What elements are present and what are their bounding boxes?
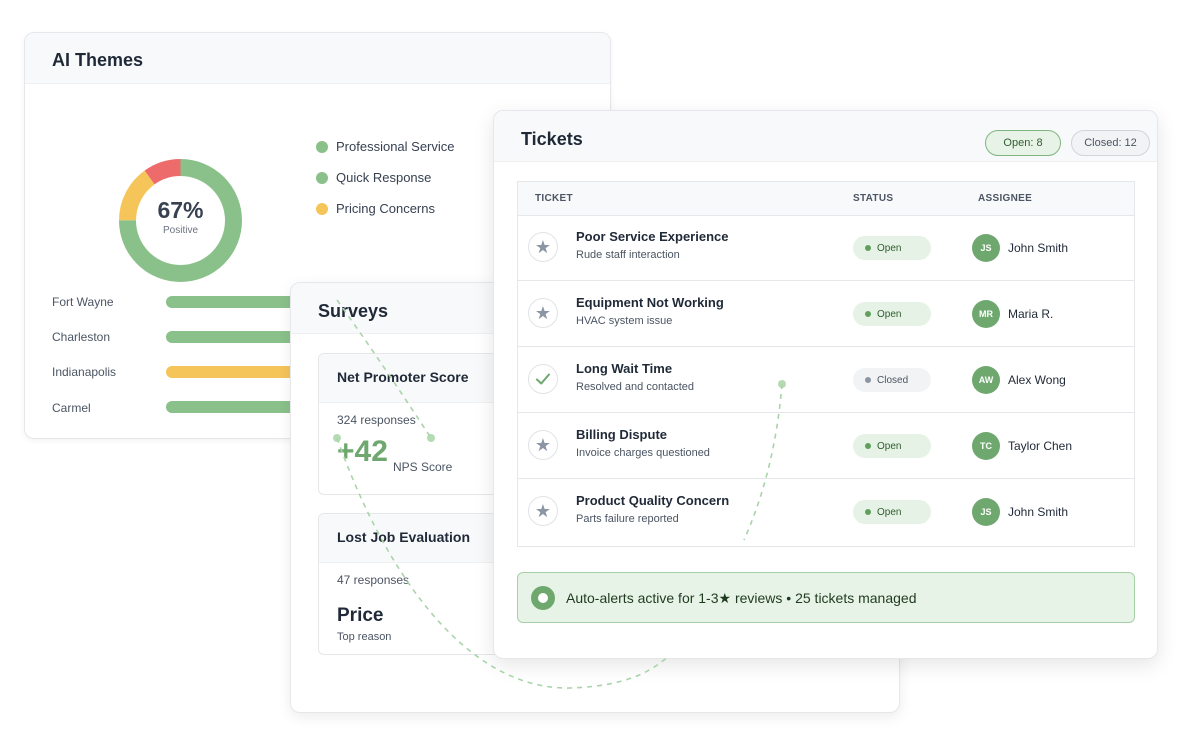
status-badge: Open	[853, 302, 931, 326]
star-icon[interactable]: ★	[528, 298, 558, 328]
alert-text: Auto-alerts active for 1-3★ reviews • 25…	[566, 590, 917, 606]
donut-percent: 67%	[157, 197, 204, 223]
legend-dot	[316, 202, 328, 215]
ticket-title: Equipment Not Working	[576, 295, 724, 310]
legend-item-pricing-concerns: Pricing Concerns	[316, 201, 435, 216]
column-header-ticket: TICKET	[535, 193, 573, 204]
city-label-charleston: Charleston	[52, 330, 111, 344]
assignee-name: Taylor Chen	[1008, 439, 1073, 453]
status-dot	[865, 311, 871, 317]
avatar: TC	[972, 432, 1000, 460]
star-icon[interactable]: ★	[528, 496, 558, 526]
avatar: JS	[972, 498, 1000, 526]
avatar: JS	[972, 234, 1000, 262]
legend-label: Professional Service	[336, 139, 455, 154]
nps-title: Net Promoter Score	[337, 369, 469, 385]
alert-radio-icon[interactable]	[531, 586, 555, 610]
lost-job-reason-label: Top reason	[337, 631, 392, 643]
ticket-title: Billing Dispute	[576, 427, 667, 442]
table-row[interactable]: ★ Product Quality Concern Parts failure …	[518, 479, 1134, 545]
check-icon[interactable]	[528, 364, 558, 394]
auto-alert-banner: Auto-alerts active for 1-3★ reviews • 25…	[517, 572, 1135, 623]
city-bar-charleston	[166, 331, 306, 343]
table-row[interactable]: ★ Equipment Not Working HVAC system issu…	[518, 281, 1134, 347]
nps-responses: 324 responses	[337, 413, 416, 427]
ticket-title: Long Wait Time	[576, 361, 673, 376]
avatar: MR	[972, 300, 1000, 328]
avatar: AW	[972, 366, 1000, 394]
status-dot	[865, 509, 871, 515]
status-badge: Open	[853, 236, 931, 260]
status-badge: Closed	[853, 368, 931, 392]
tickets-card: Tickets Open: 8 Closed: 12 TICKET STATUS…	[493, 110, 1158, 659]
tickets-header: Tickets Open: 8 Closed: 12	[494, 111, 1157, 162]
ticket-subtitle: HVAC system issue	[576, 315, 673, 327]
open-count-pill[interactable]: Open: 8	[985, 130, 1061, 156]
city-label-carmel: Carmel	[52, 401, 91, 415]
legend-label: Quick Response	[336, 170, 432, 185]
donut-caption: Positive	[162, 225, 198, 236]
legend-item-professional-service: Professional Service	[316, 139, 455, 154]
ai-themes-header: AI Themes	[25, 33, 610, 84]
legend-label: Pricing Concerns	[336, 201, 435, 216]
nps-score-label: NPS Score	[393, 460, 453, 474]
city-bar-indianapolis	[166, 366, 306, 378]
lost-job-responses: 47 responses	[337, 573, 410, 587]
assignee-name: John Smith	[1008, 505, 1069, 519]
city-label-fort-wayne: Fort Wayne	[52, 295, 114, 309]
ticket-subtitle: Parts failure reported	[576, 513, 679, 525]
table-row[interactable]: ★ Poor Service Experience Rude staff int…	[518, 215, 1134, 281]
lost-job-title: Lost Job Evaluation	[337, 529, 471, 545]
ticket-subtitle: Resolved and contacted	[576, 381, 695, 393]
nps-score: +42	[337, 435, 388, 468]
star-icon[interactable]: ★	[528, 232, 558, 262]
table-header: TICKET STATUS ASSIGNEE	[518, 182, 1134, 216]
assignee-name: Alex Wong	[1008, 373, 1066, 387]
lost-job-reason: Price	[337, 605, 384, 626]
tickets-table: TICKET STATUS ASSIGNEE ★ Poor Service Ex…	[517, 181, 1135, 547]
city-bar-carmel	[166, 401, 306, 413]
star-icon[interactable]: ★	[528, 430, 558, 460]
legend-dot	[316, 171, 328, 184]
status-badge: Open	[853, 500, 931, 524]
status-dot	[865, 443, 871, 449]
ticket-subtitle: Rude staff interaction	[576, 249, 680, 261]
assignee-name: John Smith	[1008, 241, 1069, 255]
status-badge: Open	[853, 434, 931, 458]
table-row[interactable]: Long Wait Time Resolved and contacted Cl…	[518, 347, 1134, 413]
surveys-title: Surveys	[318, 301, 389, 321]
ticket-title: Product Quality Concern	[576, 493, 730, 508]
city-label-indianapolis: Indianapolis	[52, 365, 117, 379]
ticket-title: Poor Service Experience	[576, 229, 729, 244]
assignee-name: Maria R.	[1008, 307, 1054, 321]
tickets-title: Tickets	[521, 129, 583, 149]
status-dot	[865, 377, 871, 383]
table-row[interactable]: ★ Billing Dispute Invoice charges questi…	[518, 413, 1134, 479]
closed-count-pill[interactable]: Closed: 12	[1071, 130, 1150, 156]
column-header-assignee: ASSIGNEE	[978, 193, 1033, 204]
status-dot	[865, 245, 871, 251]
column-header-status: STATUS	[853, 193, 894, 204]
legend-item-quick-response: Quick Response	[316, 170, 431, 185]
legend-dot	[316, 140, 328, 153]
ai-themes-title: AI Themes	[52, 50, 144, 70]
city-bar-fort-wayne	[166, 296, 306, 308]
ticket-subtitle: Invoice charges questioned	[576, 447, 710, 459]
